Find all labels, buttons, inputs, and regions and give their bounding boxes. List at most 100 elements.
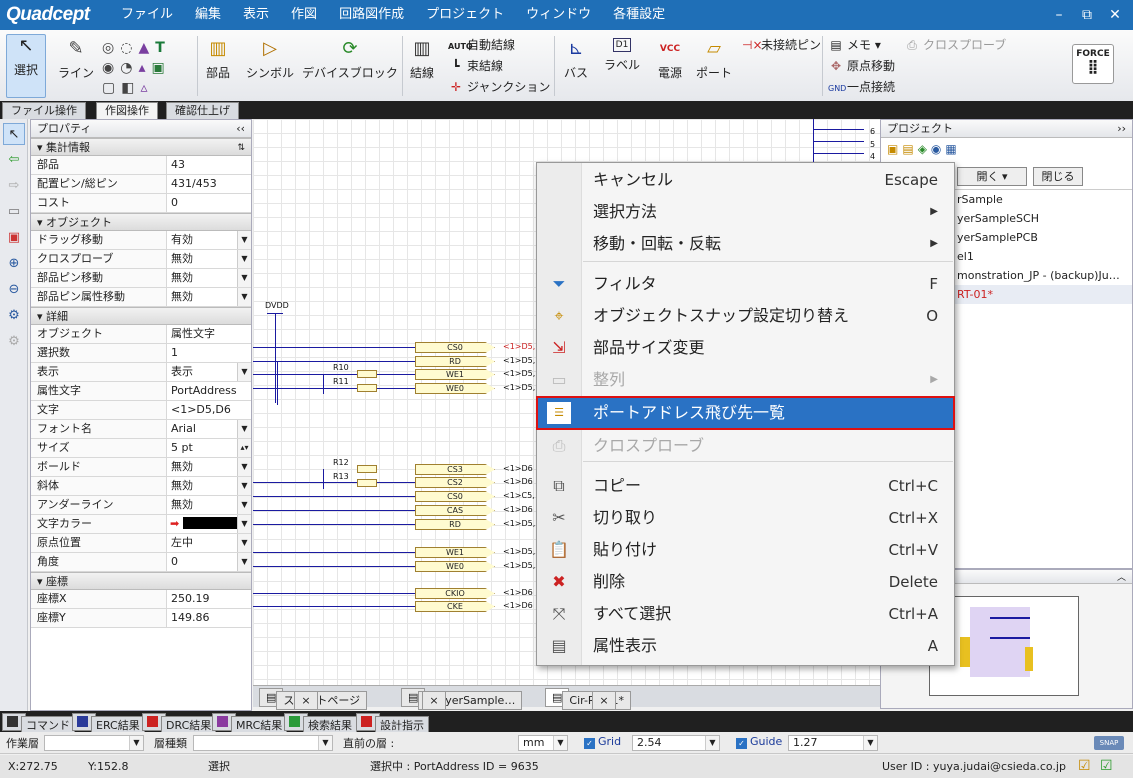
group-object[interactable]: ▾ オブジェクト [31,213,251,231]
context-menu-item[interactable]: ⤧ すべて選択 Ctrl+A [537,598,954,630]
menu-draw[interactable]: 作図 [280,0,328,30]
property-value[interactable]: 無効 ▼ [167,458,251,476]
port-address-text[interactable]: <1>D6 [503,601,533,610]
context-menu-item[interactable]: ⏷ フィルタ F [537,268,954,300]
context-menu-item[interactable]: ▭ 整列 ▶ [537,364,954,396]
menu-view[interactable]: 表示 [232,0,280,30]
property-row[interactable]: 座標Y 149.86 [31,609,251,628]
property-value[interactable]: 無効 ▼ [167,477,251,495]
close-icon[interactable]: × [422,691,446,710]
port-symbol[interactable]: CS3 [415,464,495,475]
context-menu-item[interactable]: ⎙ クロスプローブ [537,430,954,462]
property-value[interactable]: 431/453 [167,175,251,193]
cross-probe-button[interactable]: ⎙ クロスプローブ [904,36,1006,53]
property-value[interactable]: 有効 ▼ [167,231,251,249]
page-icon[interactable]: ▭ [3,201,25,223]
property-row[interactable]: 文字 <1>D5,D6 [31,401,251,420]
port-button[interactable]: ▱ ポート [694,38,734,81]
polygon-tool-icon[interactable]: ▴ [138,60,151,76]
collapse-icon[interactable]: ‹‹ [236,120,245,138]
chevron-down-icon[interactable]: ▼ [237,231,251,249]
close-icon[interactable]: × [294,691,318,710]
chevron-down-icon[interactable]: ▼ [237,363,251,381]
close-button[interactable]: 閉じる [1033,167,1083,186]
line-button[interactable]: ✎ ライン [56,38,96,81]
color-swatch[interactable] [183,517,239,529]
port-symbol[interactable]: WE1 [415,547,495,558]
resistor-r13[interactable] [357,479,377,487]
property-value[interactable]: 149.86 [167,609,251,627]
property-row[interactable]: 表示 表示 ▼ [31,363,251,382]
circle-tool-icon[interactable]: ◎ [102,40,120,56]
origin-move-button[interactable]: ✥ 原点移動 [828,57,895,74]
grid-checkbox[interactable]: ✓ Grid [584,735,621,749]
property-value[interactable]: 0 ▼ [167,553,251,571]
property-value[interactable]: 属性文字 [167,325,251,343]
guide-value-select[interactable]: 1.27 ▼ [788,735,878,751]
open-button[interactable]: 開く ▾ [957,167,1027,186]
port-symbol[interactable]: CS0 [415,491,495,502]
zoom-out-icon[interactable]: ⊖ [3,279,25,301]
property-value[interactable]: 左中 ▼ [167,534,251,552]
work-layer-select[interactable]: ▼ [44,735,144,751]
forward-arrow-icon[interactable]: ⇨ [3,175,25,197]
triangle-tool-icon[interactable]: ▲ [138,40,155,56]
context-menu-item[interactable]: キャンセル Escape [537,164,954,196]
pointer-icon[interactable]: ↖ [3,123,25,145]
property-value[interactable]: 無効 ▼ [167,250,251,268]
gear-icon[interactable]: ⚙ [3,305,25,327]
property-value[interactable]: <1>D5,D6 [167,401,251,419]
chevron-down-icon[interactable]: ▼ [237,534,251,552]
property-row[interactable]: 文字カラー ➡ ▼ [31,515,251,534]
property-row[interactable]: 部品 43 [31,156,251,175]
property-row[interactable]: 原点位置 左中 ▼ [31,534,251,553]
arc-tool-icon[interactable]: ◌ [120,40,138,56]
property-row[interactable]: ボールド 無効 ▼ [31,458,251,477]
group-coord[interactable]: ▾ 座標 [31,572,251,590]
property-row[interactable]: 角度 0 ▼ [31,553,251,572]
close-icon[interactable]: ✕ [1101,0,1129,30]
port-address-text[interactable]: <1>D6 [503,505,533,514]
port-address-text[interactable]: <1>D5, [503,342,535,351]
port-address-text[interactable]: <1>D5, [503,383,535,392]
group-detail[interactable]: ▾ 詳細 [31,307,251,325]
polyline-tool-icon[interactable]: ◔ [120,60,138,76]
context-menu-item[interactable]: ☰ ポートアドレス飛び先一覧 [536,396,955,430]
port-symbol[interactable]: CKE [415,601,495,612]
chevron-down-icon[interactable]: ▼ [237,496,251,514]
resistor-r10[interactable] [357,370,377,378]
port-address-text[interactable]: <1>D6 [503,464,533,473]
port-address-text[interactable]: <1>C5, [503,491,535,500]
power-button[interactable]: VCC 電源 [650,38,690,81]
context-menu-item[interactable]: ✂ 切り取り Ctrl+X [537,502,954,534]
menu-file[interactable]: ファイル [110,0,184,30]
fill-tool-icon[interactable]: ◧ [121,80,140,96]
guide-checkbox[interactable]: ✓ Guide [736,735,782,749]
bus-button[interactable]: ⊾ バス [558,38,594,81]
property-row[interactable]: コスト 0 [31,194,251,213]
grid-value-select[interactable]: 2.54 ▼ [632,735,720,751]
port-symbol[interactable]: CS2 [415,477,495,488]
port-symbol[interactable]: WE0 [415,383,495,394]
tab-cir-rt-01[interactable]: ▤ Cir-RT-01* × [545,688,631,710]
chevron-down-icon[interactable]: ▼ [237,477,251,495]
auto-wire-button[interactable]: AUTO自動結線 [448,36,515,53]
minimize-icon[interactable]: – [1045,0,1073,30]
property-value[interactable]: 無効 ▼ [167,288,251,306]
context-menu-item[interactable]: ⇲ 部品サイズ変更 [537,332,954,364]
unconnected-pin-button[interactable]: ⊣×未接続ピン [742,36,821,53]
select-button[interactable]: ↖ 選択 [6,34,46,98]
port-symbol[interactable]: CKIO [415,588,495,599]
property-row[interactable]: 選択数 1 [31,344,251,363]
one-point-button[interactable]: GND一点接続 [828,78,895,95]
property-row[interactable]: サイズ 5 pt ▴▾ [31,439,251,458]
port-symbol[interactable]: WE1 [415,369,495,380]
label-button[interactable]: D1 ラベル [602,38,642,73]
property-row[interactable]: アンダーライン 無効 ▼ [31,496,251,515]
context-menu-item[interactable]: ✖ 削除 Delete [537,566,954,598]
image-tool-icon[interactable]: ▣ [151,60,170,76]
tab-search[interactable]: 検索結果 [284,713,357,734]
db-icon[interactable]: ◉ [931,142,945,156]
menu-window[interactable]: ウィンドウ [515,0,602,30]
property-row[interactable]: ドラッグ移動 有効 ▼ [31,231,251,250]
